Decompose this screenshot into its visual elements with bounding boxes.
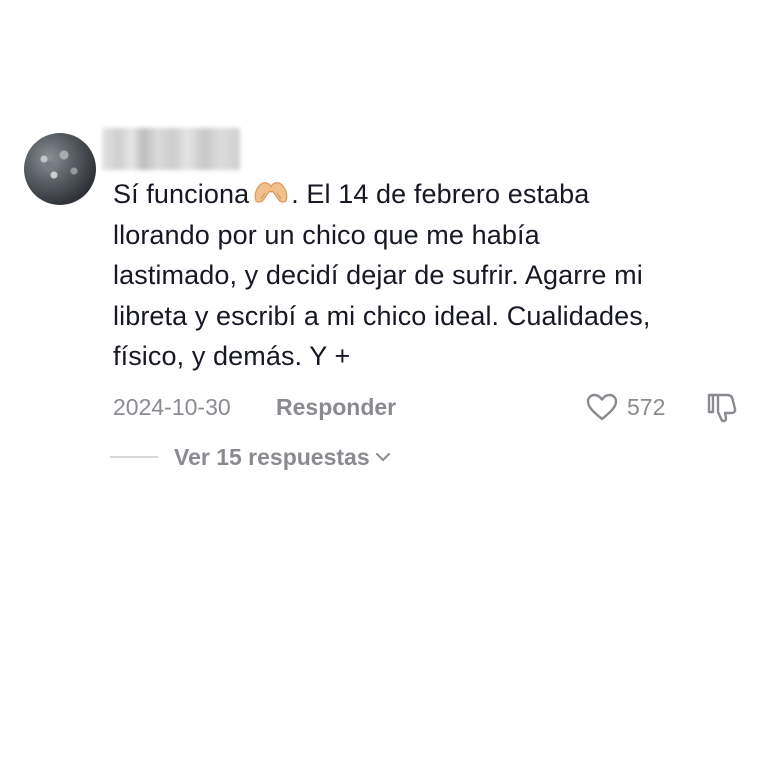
heart-icon[interactable] <box>585 392 619 422</box>
comment-text-segment: . El 14 de febrero estaba <box>291 179 590 209</box>
view-replies-label: Ver 15 respuestas <box>174 443 370 470</box>
dislike-icon[interactable] <box>705 391 739 423</box>
comment-line-2: llorando por un chico que me había <box>113 219 540 250</box>
comment-line-4: libreta y escribí a mi chico ideal. Cual… <box>113 300 651 331</box>
replies-row: Ver 15 respuestas <box>110 442 510 472</box>
like-count: 572 <box>627 393 666 420</box>
comment-date: 2024-10-30 <box>113 394 231 420</box>
comment-line-3: lastimado, y decidí dejar de sufrir. Aga… <box>113 260 643 290</box>
reply-button[interactable]: Responder <box>276 394 396 421</box>
divider <box>110 456 158 458</box>
chevron-down-icon[interactable] <box>374 448 392 466</box>
like-button[interactable]: 572 <box>585 390 665 424</box>
avatar[interactable] <box>24 133 96 205</box>
comment-text: Sí funciona . El 14 de febrero estaba ll… <box>113 174 753 377</box>
username-blurred <box>102 128 240 170</box>
comment-item: Sí funciona . El 14 de febrero estaba ll… <box>0 0 768 768</box>
comment-line-5: físico, y demás. Y + <box>113 341 351 371</box>
heart-hands-emoji-icon <box>254 182 288 203</box>
comment-meta-row: 2024-10-30 Responder 572 <box>113 390 753 424</box>
comment-line-1: Sí funciona . El 14 de febrero estaba <box>113 174 753 215</box>
view-replies-button[interactable]: Ver 15 respuestas <box>174 442 392 472</box>
comment-text-segment: Sí funciona <box>113 179 250 209</box>
